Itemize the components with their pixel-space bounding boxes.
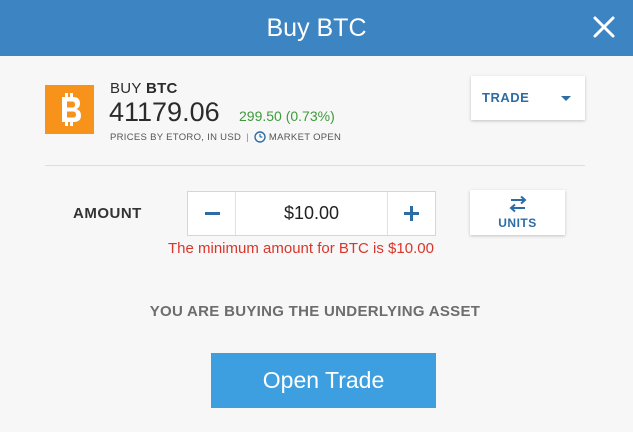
trade-type-dropdown[interactable]: TRADE: [471, 76, 585, 120]
clock-icon: [254, 131, 266, 143]
units-toggle-button[interactable]: UNITS: [470, 190, 565, 235]
dialog-header: Buy BTC: [0, 0, 633, 56]
units-label: UNITS: [498, 216, 537, 230]
amount-stepper: [187, 191, 436, 236]
action-label: BUY: [110, 80, 142, 97]
prices-by-text: PRICES BY ETORO, IN USD: [110, 131, 242, 143]
price-change: 299.50 (0.73%): [239, 108, 335, 124]
amount-error-message: The minimum amount for BTC is $10.00: [168, 240, 434, 257]
meta-separator: |: [246, 131, 249, 143]
decrease-amount-button[interactable]: [188, 192, 236, 235]
instrument-symbol: BTC: [145, 80, 178, 97]
instrument-price: 41179.06: [109, 97, 220, 127]
bitcoin-icon: [45, 85, 94, 134]
open-trade-button[interactable]: Open Trade: [211, 353, 436, 408]
close-icon[interactable]: [589, 12, 619, 42]
market-status: MARKET OPEN: [268, 131, 342, 143]
instrument-label: BUY BTC: [110, 80, 178, 97]
chevron-down-icon: [561, 96, 571, 101]
amount-label: AMOUNT: [73, 205, 142, 222]
dialog-title: Buy BTC: [266, 14, 367, 42]
swap-icon: [509, 195, 527, 213]
trade-type-selected: TRADE: [482, 90, 530, 105]
price-meta: PRICES BY ETORO, IN USD | MARKET OPEN: [110, 131, 341, 143]
asset-notice: YOU ARE BUYING THE UNDERLYING ASSET: [149, 303, 481, 320]
increase-amount-button[interactable]: [387, 192, 435, 235]
amount-input[interactable]: [237, 192, 386, 235]
divider: [45, 165, 585, 166]
